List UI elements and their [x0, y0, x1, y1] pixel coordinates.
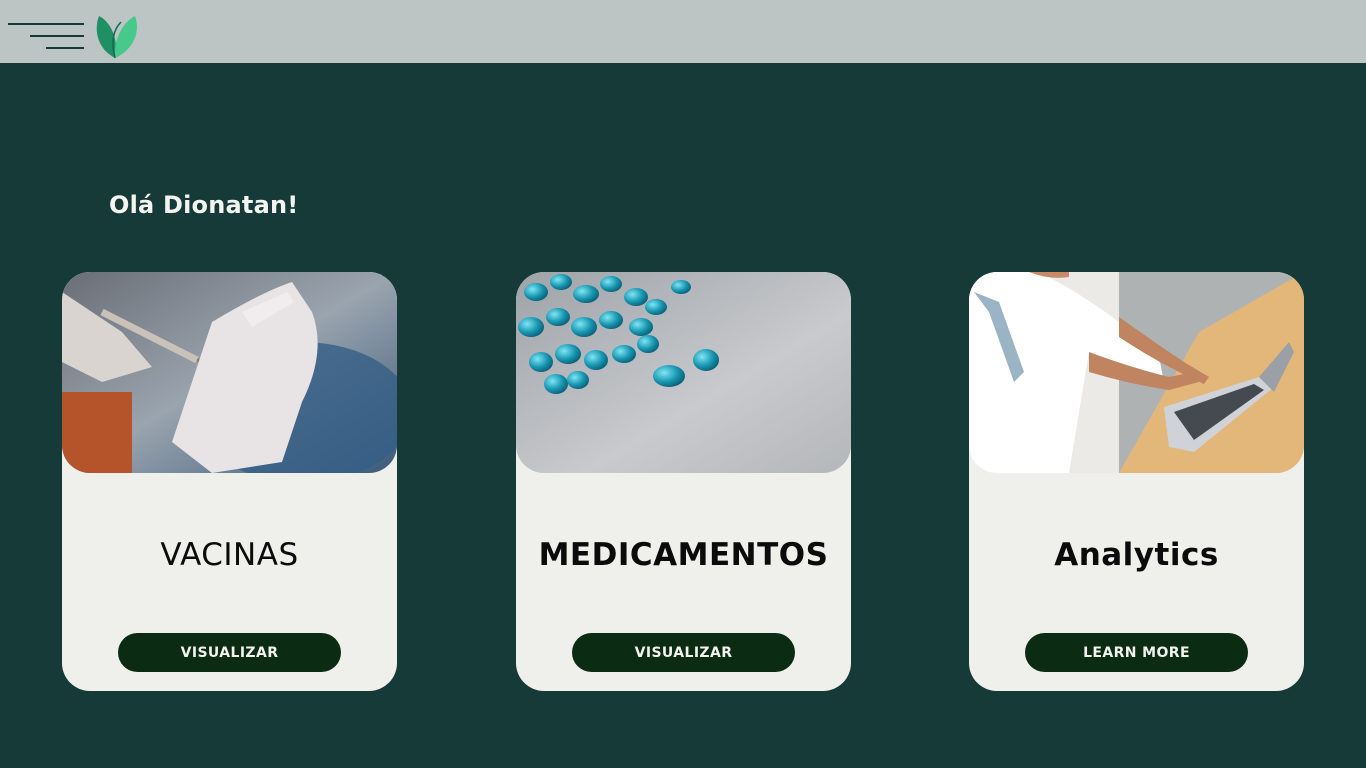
- vaccine-syringe-image: [62, 272, 397, 473]
- card-analytics: Analytics LEARN MORE: [969, 272, 1304, 691]
- hamburger-icon[interactable]: [8, 23, 84, 49]
- visualizar-medicamentos-button[interactable]: VISUALIZAR: [572, 633, 795, 672]
- leaf-logo-icon[interactable]: [93, 12, 141, 60]
- top-bar: [0, 0, 1366, 63]
- greeting-heading: Olá Dionatan!: [109, 191, 299, 219]
- card-title: VACINAS: [160, 537, 299, 573]
- person-laptop-image: [969, 272, 1304, 473]
- card-medicamentos: MEDICAMENTOS VISUALIZAR: [516, 272, 851, 691]
- card-title: Analytics: [1054, 537, 1219, 573]
- learn-more-button[interactable]: LEARN MORE: [1025, 633, 1248, 672]
- blue-capsules-image: [516, 272, 851, 473]
- visualizar-vacinas-button[interactable]: VISUALIZAR: [118, 633, 341, 672]
- card-vacinas: VACINAS VISUALIZAR: [62, 272, 397, 691]
- card-title: MEDICAMENTOS: [538, 537, 829, 573]
